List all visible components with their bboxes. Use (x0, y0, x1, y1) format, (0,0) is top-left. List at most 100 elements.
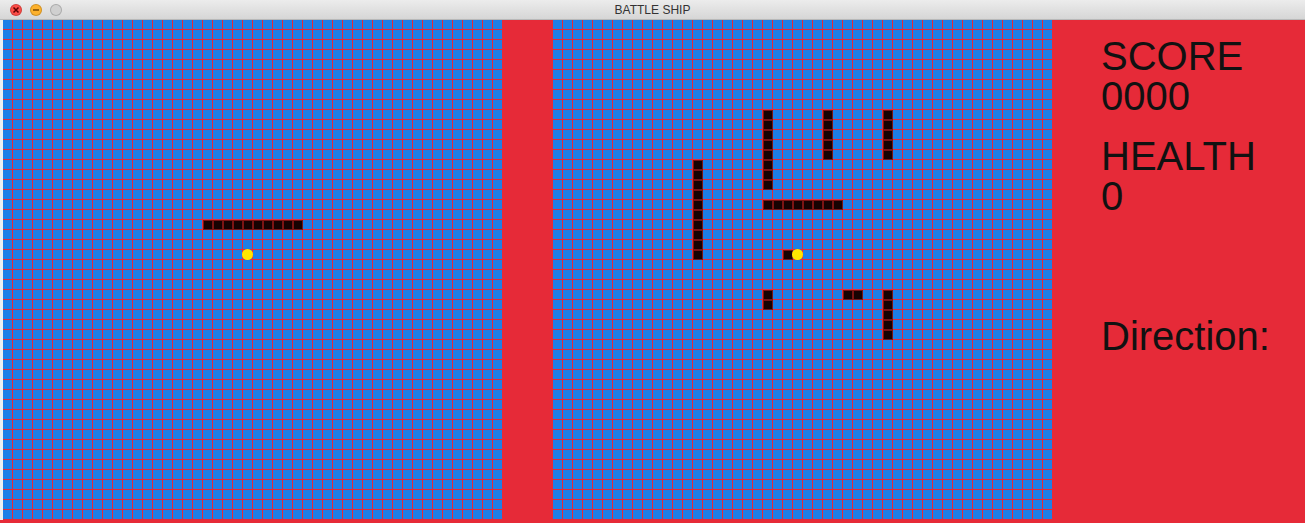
water-cell[interactable] (353, 80, 363, 90)
water-cell[interactable] (443, 340, 453, 350)
water-cell[interactable] (203, 210, 213, 220)
water-cell[interactable] (183, 410, 193, 420)
water-cell[interactable] (103, 310, 113, 320)
water-cell[interactable] (413, 330, 423, 340)
water-cell[interactable] (73, 340, 83, 350)
water-cell[interactable] (443, 70, 453, 80)
water-cell[interactable] (373, 210, 383, 220)
water-cell[interactable] (483, 130, 493, 140)
water-cell[interactable] (343, 40, 353, 50)
water-cell[interactable] (153, 320, 163, 330)
water-cell[interactable] (243, 40, 253, 50)
water-cell[interactable] (333, 360, 343, 370)
water-cell[interactable] (343, 120, 353, 130)
water-cell[interactable] (433, 370, 443, 380)
water-cell[interactable] (353, 260, 363, 270)
water-cell[interactable] (13, 310, 23, 320)
water-cell[interactable] (413, 100, 423, 110)
water-cell[interactable] (233, 120, 243, 130)
water-cell[interactable] (373, 190, 383, 200)
water-cell[interactable] (433, 280, 443, 290)
water-cell[interactable] (283, 210, 293, 220)
water-cell[interactable] (343, 390, 353, 400)
water-cell[interactable] (473, 230, 483, 240)
water-cell[interactable] (183, 310, 193, 320)
water-cell[interactable] (353, 300, 363, 310)
water-cell[interactable] (473, 40, 483, 50)
water-cell[interactable] (443, 230, 453, 240)
water-cell[interactable] (3, 350, 13, 360)
water-cell[interactable] (53, 230, 63, 240)
water-cell[interactable] (123, 340, 133, 350)
water-cell[interactable] (433, 320, 443, 330)
water-cell[interactable] (113, 90, 123, 100)
water-cell[interactable] (403, 150, 413, 160)
water-cell[interactable] (83, 360, 93, 370)
water-cell[interactable] (173, 80, 183, 90)
water-cell[interactable] (183, 290, 193, 300)
water-cell[interactable] (53, 380, 63, 390)
water-cell[interactable] (173, 400, 183, 410)
water-cell[interactable] (23, 170, 33, 180)
water-cell[interactable] (283, 370, 293, 380)
water-cell[interactable] (343, 370, 353, 380)
water-cell[interactable] (363, 220, 373, 230)
water-cell[interactable] (63, 270, 73, 280)
water-cell[interactable] (263, 250, 273, 260)
water-cell[interactable] (173, 90, 183, 100)
water-cell[interactable] (113, 320, 123, 330)
water-cell[interactable] (213, 50, 223, 60)
water-cell[interactable] (113, 210, 123, 220)
water-cell[interactable] (423, 80, 433, 90)
water-cell[interactable] (83, 240, 93, 250)
water-cell[interactable] (23, 280, 33, 290)
water-cell[interactable] (93, 30, 103, 40)
water-cell[interactable] (263, 260, 273, 270)
water-cell[interactable] (33, 210, 43, 220)
water-cell[interactable] (363, 130, 373, 140)
water-cell[interactable] (363, 390, 373, 400)
water-cell[interactable] (103, 260, 113, 270)
water-cell[interactable] (3, 280, 13, 290)
water-cell[interactable] (203, 270, 213, 280)
water-cell[interactable] (393, 280, 403, 290)
water-cell[interactable] (133, 70, 143, 80)
water-cell[interactable] (53, 220, 63, 230)
water-cell[interactable] (433, 40, 443, 50)
water-cell[interactable] (413, 20, 423, 30)
water-cell[interactable] (233, 380, 243, 390)
water-cell[interactable] (343, 180, 353, 190)
water-cell[interactable] (173, 100, 183, 110)
water-cell[interactable] (253, 390, 263, 400)
water-cell[interactable] (183, 110, 193, 120)
water-cell[interactable] (423, 130, 433, 140)
water-cell[interactable] (403, 280, 413, 290)
water-cell[interactable] (253, 160, 263, 170)
water-cell[interactable] (233, 290, 243, 300)
water-cell[interactable] (333, 270, 343, 280)
water-cell[interactable] (153, 60, 163, 70)
water-cell[interactable] (333, 200, 343, 210)
water-cell[interactable] (413, 190, 423, 200)
water-cell[interactable] (413, 70, 423, 80)
water-cell[interactable] (63, 260, 73, 270)
water-cell[interactable] (453, 360, 463, 370)
water-cell[interactable] (413, 30, 423, 40)
water-cell[interactable] (373, 290, 383, 300)
water-cell[interactable] (53, 120, 63, 130)
water-cell[interactable] (493, 80, 503, 90)
water-cell[interactable] (313, 140, 323, 150)
water-cell[interactable] (203, 190, 213, 200)
water-cell[interactable] (483, 100, 493, 110)
water-cell[interactable] (463, 180, 473, 190)
water-cell[interactable] (83, 280, 93, 290)
water-cell[interactable] (413, 260, 423, 270)
water-cell[interactable] (433, 30, 443, 40)
water-cell[interactable] (493, 170, 503, 180)
water-cell[interactable] (93, 230, 103, 240)
water-cell[interactable] (13, 180, 23, 190)
water-cell[interactable] (373, 360, 383, 370)
water-cell[interactable] (53, 320, 63, 330)
water-cell[interactable] (63, 280, 73, 290)
water-cell[interactable] (63, 190, 73, 200)
